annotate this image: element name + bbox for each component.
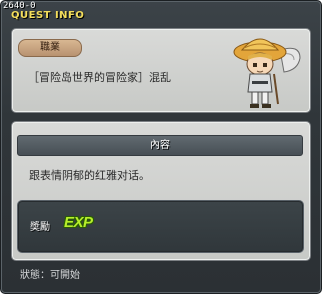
content-header: 內容 (17, 135, 303, 156)
quest-description: 跟表情阴郁的红雅对话。 (29, 169, 150, 182)
job-label: 職業 (18, 39, 82, 57)
quest-status: 狀態：可開始 (20, 270, 80, 281)
reward-label: 奬勵 (30, 222, 50, 233)
exp-icon[interactable]: EXP (64, 214, 93, 231)
reward-box (17, 200, 304, 253)
quest-name: ［冒险岛世界的冒险家］混乱 (28, 71, 171, 84)
window-title[interactable]: QUEST INFO (11, 10, 84, 21)
npc-character-portrait (233, 38, 301, 108)
